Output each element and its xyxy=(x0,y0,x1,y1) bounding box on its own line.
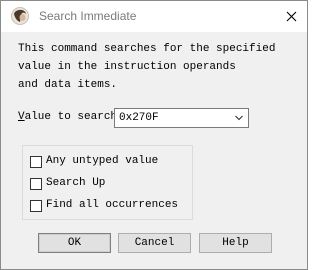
cancel-button[interactable]: Cancel xyxy=(118,233,191,253)
checkbox-label[interactable]: Find all occurrences xyxy=(46,199,178,212)
checkbox-label[interactable]: Search Up xyxy=(46,177,105,190)
description-text: This command searches for the specified … xyxy=(18,43,276,91)
help-button[interactable]: Help xyxy=(199,233,272,253)
find-all-occurrences-checkbox[interactable]: Find all occurrences xyxy=(30,199,178,212)
search-up-checkbox[interactable]: Search Up xyxy=(30,177,105,190)
search-options-group: Any untyped value Search Up Find all occ… xyxy=(22,145,193,220)
checkbox-box[interactable] xyxy=(30,199,42,212)
close-icon xyxy=(286,11,296,21)
value-label-text: alue to search xyxy=(24,111,118,123)
close-button[interactable] xyxy=(279,5,303,27)
dialog-body: This command searches for the specified … xyxy=(1,32,307,269)
ok-button[interactable]: OK xyxy=(38,233,111,253)
title-bar[interactable]: Search Immediate xyxy=(1,1,307,32)
chevron-down-icon[interactable] xyxy=(234,113,244,123)
checkbox-box[interactable] xyxy=(30,155,42,168)
value-label-mnemonic: V xyxy=(18,111,25,123)
any-untyped-value-checkbox[interactable]: Any untyped value xyxy=(30,155,158,168)
value-combobox-text[interactable]: 0x270F xyxy=(119,112,159,124)
window-title: Search Immediate xyxy=(39,9,137,23)
value-combobox[interactable]: 0x270F xyxy=(114,108,249,128)
checkbox-label[interactable]: Any untyped value xyxy=(46,155,158,168)
app-logo-icon xyxy=(11,7,29,25)
value-to-search-label: Value to search xyxy=(18,111,117,123)
checkbox-box[interactable] xyxy=(30,177,42,190)
search-immediate-dialog: Search Immediate This command searches f… xyxy=(0,0,308,270)
